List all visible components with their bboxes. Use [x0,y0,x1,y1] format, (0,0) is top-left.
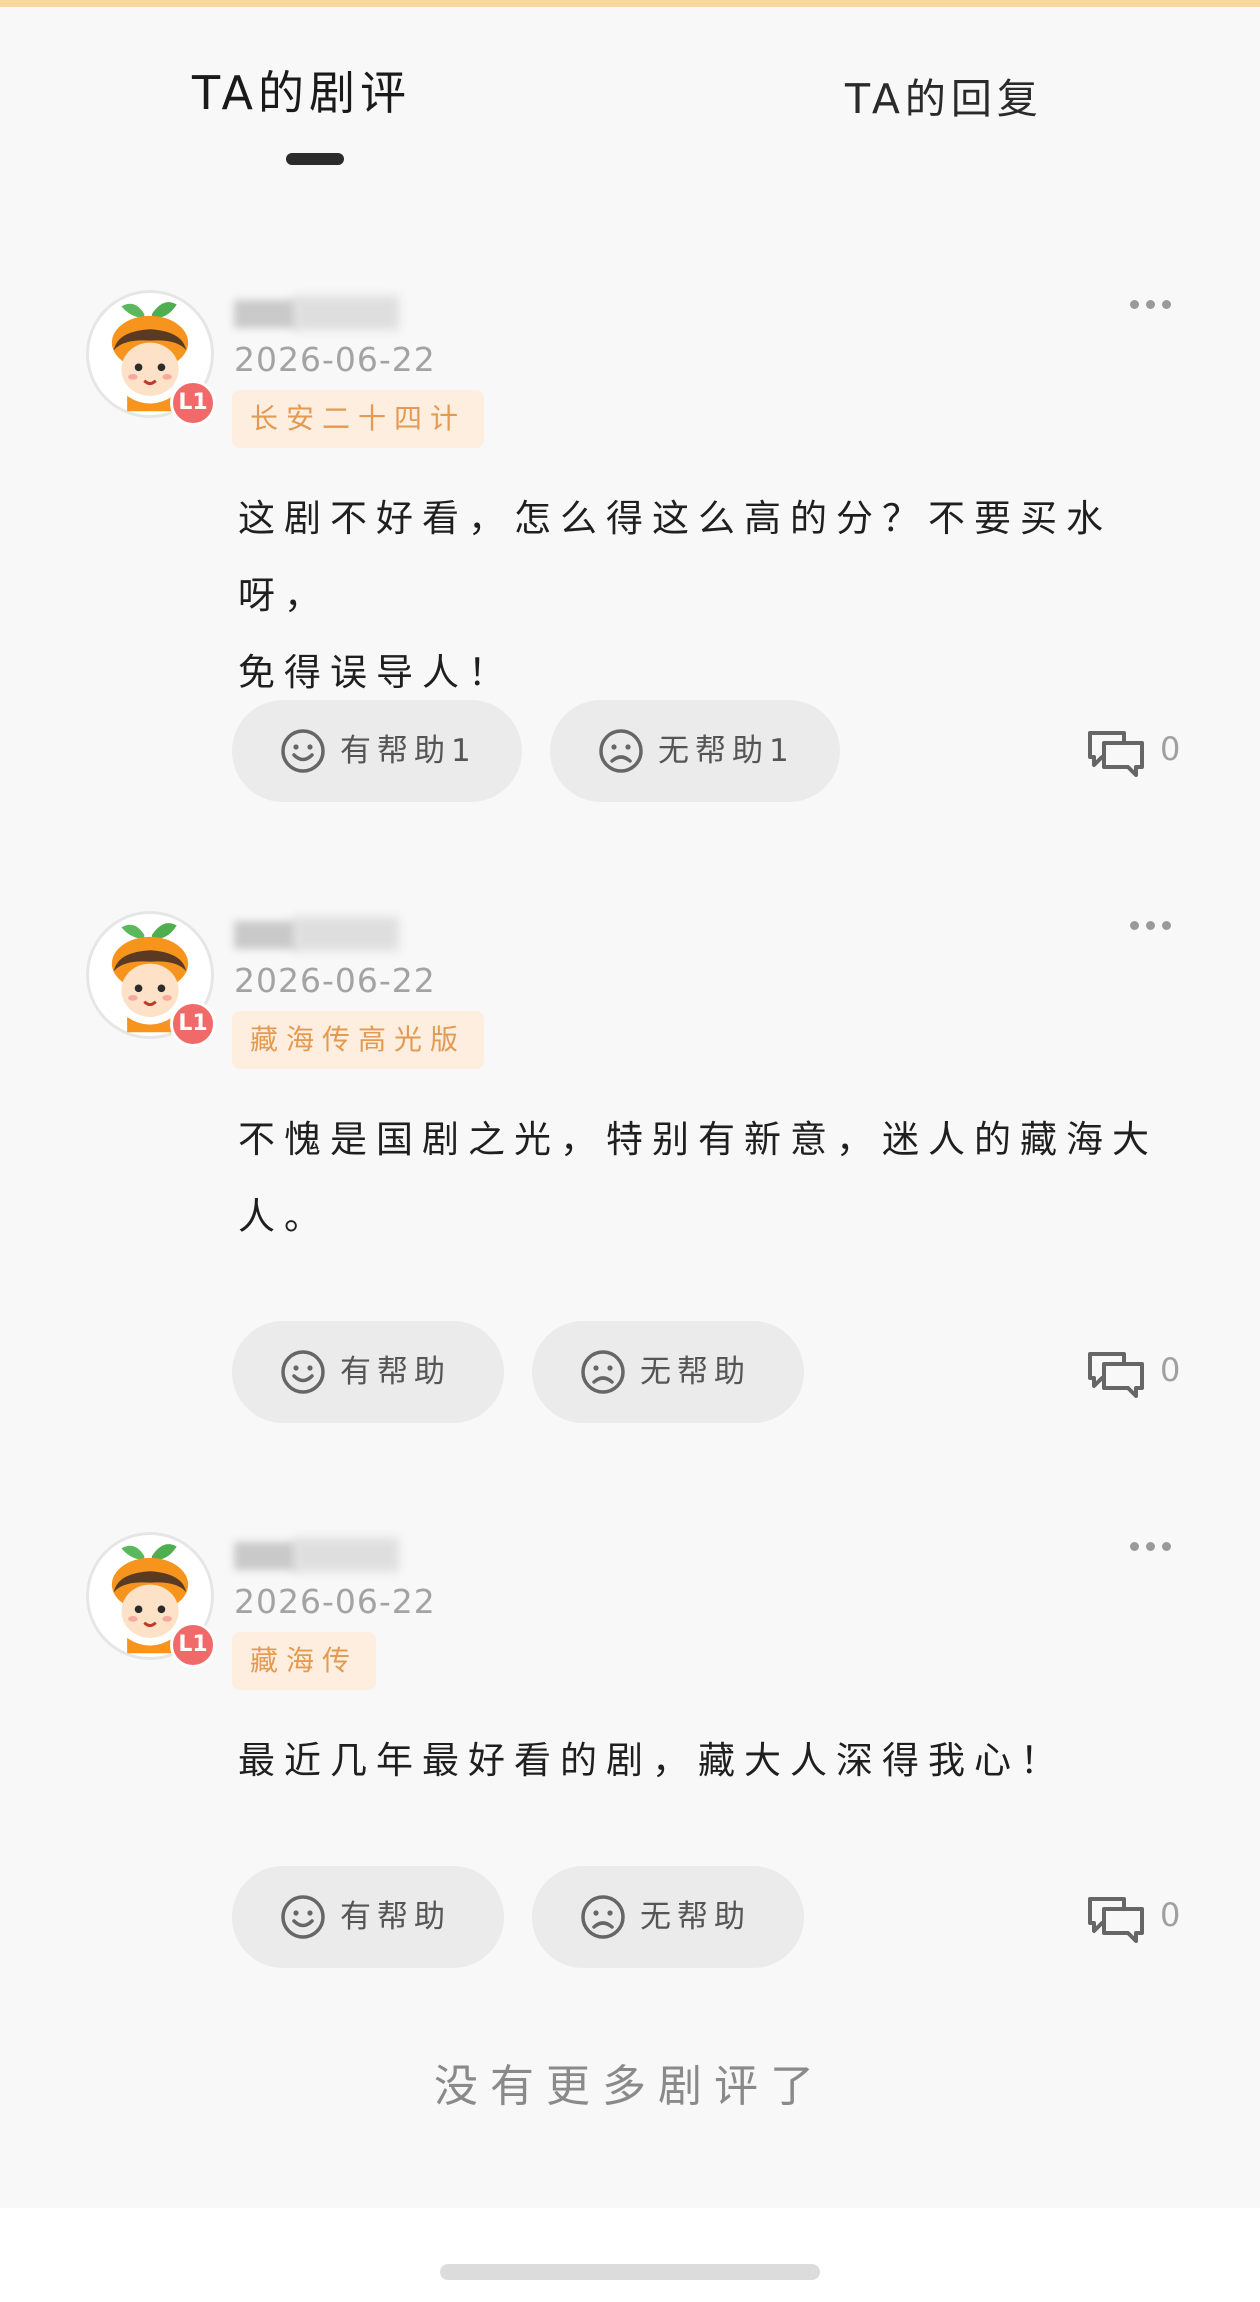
level-badge: L1 [170,380,216,426]
comment-count: 0 [1160,1351,1181,1389]
helpful-label: 有帮助1 [340,733,477,769]
username-blur [234,921,298,949]
comment-bubbles-icon[interactable] [1086,1893,1146,1945]
tab-my-reviews[interactable]: TA的剧评 [192,57,411,123]
drama-tag[interactable]: 藏海传 [232,1632,377,1690]
review-content-line: 人。 [238,1195,330,1238]
helpful-label: 有帮助 [340,1354,451,1390]
review-content: 不愧是国剧之光，特别有新意，迷人的藏海大 人。 [238,1101,1178,1255]
helpful-button[interactable]: 有帮助 [232,1866,504,1968]
drama-tag[interactable]: 长安二十四计 [232,390,485,448]
comment-count: 0 [1160,1896,1181,1934]
username-blur [234,1542,298,1570]
username-blur [294,1538,399,1572]
level-badge: L1 [170,1622,216,1668]
drama-tag[interactable]: 藏海传高光版 [232,1011,485,1069]
username-blurred[interactable] [234,292,399,330]
unhelpful-label: 无帮助 [640,1354,751,1390]
frown-icon [581,1895,625,1939]
review-content-line: 不愧是国剧之光，特别有新意，迷人的藏海大 [238,1118,1158,1161]
frown-icon [581,1350,625,1394]
home-indicator[interactable] [440,2264,820,2280]
helpful-button[interactable]: 有帮助 [232,1321,504,1423]
review-date: 2026-06-22 [234,1582,436,1621]
active-tab-indicator [286,153,344,165]
more-dots-icon[interactable] [1128,1540,1174,1554]
comment-bubbles-icon[interactable] [1086,727,1146,779]
username-blur [234,300,298,328]
unhelpful-label: 无帮助 [640,1899,751,1935]
tab-my-replies[interactable]: TA的回复 [845,65,1043,125]
review-content-line: 这剧不好看，怎么得这么高的分？不要买水呀， [238,497,1112,617]
tab-bar: TA的剧评 TA的回复 [0,7,1260,207]
unhelpful-button[interactable]: 无帮助 [532,1866,804,1968]
top-strip [0,0,1260,7]
bottom-safe-area [0,2208,1260,2302]
frown-icon [599,729,643,773]
review-card: L1 2026-06-22 藏海传高光版 不愧是国剧之光，特别有新意，迷人的藏海… [0,911,1260,1531]
helpful-button[interactable]: 有帮助1 [232,700,522,802]
username-blurred[interactable] [234,1534,399,1572]
review-content-line: 最近几年最好看的剧，藏大人深得我心！ [238,1739,1066,1782]
username-blur [294,296,399,330]
helpful-label: 有帮助 [340,1899,451,1935]
review-date: 2026-06-22 [234,961,436,1000]
unhelpful-button[interactable]: 无帮助 [532,1321,804,1423]
review-content: 这剧不好看，怎么得这么高的分？不要买水呀， 免得误导人！ [238,480,1178,711]
username-blurred[interactable] [234,913,399,951]
comment-bubbles-icon[interactable] [1086,1348,1146,1400]
level-badge: L1 [170,1001,216,1047]
smile-icon [281,729,325,773]
review-date: 2026-06-22 [234,340,436,379]
unhelpful-label: 无帮助1 [658,733,795,769]
review-content: 最近几年最好看的剧，藏大人深得我心！ [238,1722,1178,1799]
username-blur [294,917,399,951]
no-more-reviews-text: 没有更多剧评了 [434,2061,826,2112]
review-card: L1 2026-06-22 长安二十四计 这剧不好看，怎么得这么高的分？不要买水… [0,290,1260,910]
more-dots-icon[interactable] [1128,919,1174,933]
unhelpful-button[interactable]: 无帮助1 [550,700,840,802]
more-dots-icon[interactable] [1128,298,1174,312]
comment-count: 0 [1160,730,1181,768]
smile-icon [281,1895,325,1939]
smile-icon [281,1350,325,1394]
